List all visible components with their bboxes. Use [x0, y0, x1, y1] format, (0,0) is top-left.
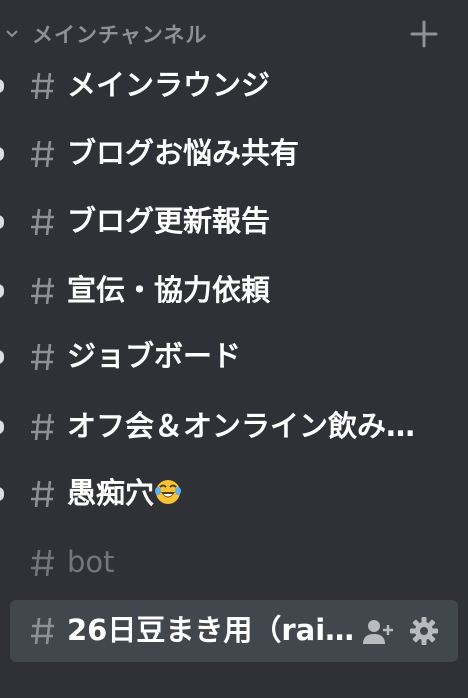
channel-item-blog-updates[interactable]: ブログ更新報告 [0, 191, 458, 253]
unread-indicator [0, 147, 4, 161]
channel-name: ジョブボード [67, 339, 242, 373]
channel-item-blog-worries[interactable]: ブログお悩み共有 [0, 123, 458, 185]
channel-item-main-lounge[interactable]: メインラウンジ [0, 55, 458, 117]
unread-indicator [0, 420, 4, 434]
channel-item-complaints[interactable]: 愚痴穴 [0, 463, 458, 525]
channel-list: メインチャンネル メインラウンジ ブログお悩み共有 ブログ更新報告 宣伝・協力依… [0, 0, 468, 698]
hash-icon [31, 277, 54, 305]
hash-icon [31, 549, 54, 577]
channel-name: 26日豆まき用（rai… [67, 613, 355, 647]
channel-item-bot[interactable]: bot [10, 532, 458, 594]
hash-icon [31, 208, 54, 236]
hash-icon [31, 72, 54, 100]
channel-name: 愚痴穴 [67, 476, 155, 510]
hash-icon [31, 480, 54, 508]
hash-icon [31, 617, 54, 645]
unread-indicator [0, 215, 4, 229]
hash-icon [31, 413, 54, 441]
channel-name-wrapper: 愚痴穴 [67, 475, 182, 511]
unread-indicator [0, 79, 4, 93]
channel-item-promotion[interactable]: 宣伝・協力依頼 [0, 260, 458, 322]
hash-icon [31, 140, 54, 168]
unread-indicator [0, 487, 4, 501]
gear-icon[interactable] [408, 615, 440, 647]
hash-icon [31, 343, 54, 371]
channel-name: ブログお悩み共有 [67, 136, 300, 170]
channel-name: bot [67, 545, 115, 579]
channel-item-job-board[interactable]: ジョブボード [0, 326, 458, 388]
channel-name: メインラウンジ [67, 68, 271, 102]
channel-name: オフ会＆オンライン飲み… [67, 409, 416, 443]
channel-name: 宣伝・協力依頼 [67, 273, 271, 307]
rolling-on-floor-laughing-emoji [155, 480, 182, 504]
unread-indicator [0, 284, 4, 298]
category-header[interactable]: メインチャンネル [0, 14, 468, 52]
channel-item-offline-meetup[interactable]: オフ会＆オンライン飲み… [0, 396, 458, 458]
plus-icon[interactable] [408, 18, 440, 50]
channel-name: ブログ更新報告 [67, 204, 271, 238]
category-label: メインチャンネル [32, 23, 208, 47]
add-member-icon[interactable] [362, 615, 394, 647]
unread-indicator [0, 350, 4, 364]
channel-item-bean-throwing[interactable]: 26日豆まき用（rai… [10, 600, 458, 662]
chevron-down-icon [6, 30, 18, 38]
